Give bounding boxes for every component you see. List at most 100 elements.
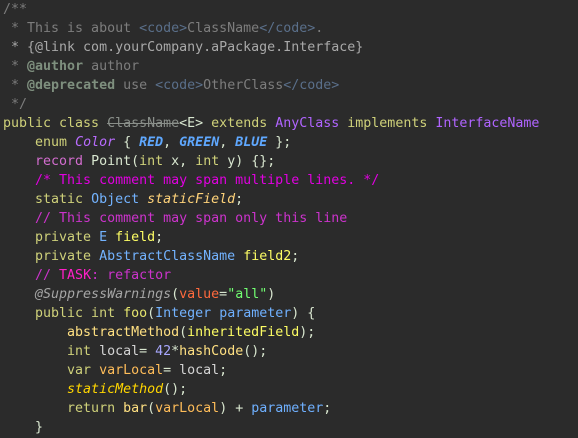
code-token: private bbox=[3, 230, 100, 245]
code-line[interactable]: abstractMethod(inheritedField); bbox=[3, 323, 315, 342]
code-line[interactable]: // TASK: refactor bbox=[3, 266, 171, 285]
code-token: var bbox=[3, 363, 100, 378]
code-token: // This comment may span only this line bbox=[3, 211, 348, 226]
code-line[interactable]: private AbstractClassName field2; bbox=[3, 247, 299, 266]
code-token: private bbox=[3, 249, 100, 264]
code-token: ) bbox=[267, 287, 276, 302]
code-token: GREEN bbox=[179, 135, 220, 150]
code-token: ; bbox=[323, 401, 332, 416]
code-token: int bbox=[3, 344, 100, 359]
code-token: Object bbox=[91, 192, 148, 207]
code-token: ; bbox=[219, 363, 228, 378]
code-token: foo bbox=[123, 306, 148, 321]
code-token: @SuppressWarnings bbox=[3, 287, 172, 302]
code-line[interactable]: /** bbox=[3, 0, 27, 19]
code-token: ClassName bbox=[187, 21, 260, 36]
code-token: y) {}; bbox=[227, 154, 276, 169]
code-token: InterfaceName bbox=[435, 116, 540, 131]
code-token: abstractMethod bbox=[3, 325, 180, 340]
code-token: extends bbox=[211, 116, 276, 131]
code-token: bar bbox=[123, 401, 148, 416]
code-token: varLocal bbox=[155, 401, 220, 416]
code-token: "all" bbox=[227, 287, 268, 302]
code-token: implements bbox=[347, 116, 436, 131]
code-token: . bbox=[315, 21, 324, 36]
code-editor[interactable]: /** * This is about <code>ClassName</cod… bbox=[0, 0, 578, 438]
code-token: ; bbox=[291, 249, 300, 264]
code-token: record bbox=[35, 154, 92, 169]
code-line[interactable]: public int foo(Integer parameter) { bbox=[3, 304, 315, 323]
code-token: local bbox=[99, 344, 140, 359]
code-token: AbstractClassName bbox=[99, 249, 244, 264]
code-token: ( bbox=[147, 401, 156, 416]
code-line[interactable]: static Object staticField; bbox=[3, 190, 243, 209]
code-token: parameter bbox=[251, 401, 324, 416]
code-token: ( bbox=[179, 325, 188, 340]
code-token: : refactor bbox=[91, 268, 172, 283]
code-token: * {@link com.yourCompany.aPackage.Interf… bbox=[3, 40, 364, 55]
code-token: Integer bbox=[155, 306, 220, 321]
code-token: varLocal bbox=[99, 363, 164, 378]
code-token: RED bbox=[139, 135, 164, 150]
code-token: int bbox=[139, 154, 172, 169]
code-line[interactable]: /* This comment may span multiple lines.… bbox=[3, 171, 379, 190]
code-token: /* This comment may span multiple lines.… bbox=[3, 173, 380, 188]
code-token: (); bbox=[163, 382, 188, 397]
code-line[interactable]: public class ClassName<E> extends AnyCla… bbox=[3, 114, 539, 133]
code-line[interactable]: * {@link com.yourCompany.aPackage.Interf… bbox=[3, 38, 363, 57]
code-token: Color bbox=[75, 135, 116, 150]
code-token: field bbox=[115, 230, 156, 245]
code-line[interactable]: enum Color { RED, GREEN, BLUE }; bbox=[3, 133, 291, 152]
code-token: BLUE bbox=[235, 135, 268, 150]
code-token: int bbox=[195, 154, 228, 169]
code-token: }; bbox=[267, 135, 292, 150]
code-token: , bbox=[219, 135, 236, 150]
code-token: ) + bbox=[219, 401, 252, 416]
code-token: OtherClass bbox=[203, 78, 284, 93]
code-token: /** bbox=[3, 2, 28, 17]
code-token: parameter bbox=[219, 306, 292, 321]
code-line[interactable]: var varLocal= local; bbox=[3, 361, 227, 380]
code-token: local bbox=[179, 363, 220, 378]
code-token: use bbox=[115, 78, 156, 93]
code-token: * bbox=[3, 59, 28, 74]
code-token: // bbox=[3, 268, 60, 283]
code-token: static bbox=[3, 192, 92, 207]
code-token: ( bbox=[147, 306, 156, 321]
code-line[interactable]: return bar(varLocal) + parameter; bbox=[3, 399, 331, 418]
code-token: <code> bbox=[139, 21, 188, 36]
code-token: 42 bbox=[155, 344, 172, 359]
code-line[interactable]: record Point(int x, int y) {}; bbox=[3, 152, 275, 171]
code-token: ClassName bbox=[107, 116, 180, 131]
code-token: = bbox=[219, 287, 228, 302]
code-token: value bbox=[179, 287, 220, 302]
code-line[interactable]: staticMethod(); bbox=[3, 380, 187, 399]
code-token: (); bbox=[243, 344, 268, 359]
code-token: TASK bbox=[59, 268, 92, 283]
code-token: field2 bbox=[243, 249, 292, 264]
code-token: ; bbox=[155, 230, 164, 245]
code-line[interactable]: * This is about <code>ClassName</code>. bbox=[3, 19, 323, 38]
code-token: = bbox=[139, 344, 156, 359]
code-line[interactable]: // This comment may span only this line bbox=[3, 209, 347, 228]
code-token: @deprecated bbox=[27, 78, 116, 93]
code-token: */ bbox=[3, 97, 28, 112]
code-line[interactable]: * @author author bbox=[3, 57, 139, 76]
code-token: <E> bbox=[179, 116, 212, 131]
code-token: E bbox=[99, 230, 116, 245]
code-line[interactable]: * @deprecated use <code>OtherClass</code… bbox=[3, 76, 339, 95]
code-token: author bbox=[83, 59, 140, 74]
code-token: <code> bbox=[155, 78, 204, 93]
code-token: inheritedField bbox=[187, 325, 300, 340]
code-token: ); bbox=[299, 325, 316, 340]
code-token: return bbox=[3, 401, 124, 416]
code-line[interactable]: @SuppressWarnings(value="all") bbox=[3, 285, 275, 304]
code-line[interactable]: private E field; bbox=[3, 228, 163, 247]
code-line[interactable]: } bbox=[3, 418, 43, 437]
code-token: * This is about bbox=[3, 21, 140, 36]
code-line[interactable]: int local= 42*hashCode(); bbox=[3, 342, 267, 361]
code-token: { bbox=[115, 135, 140, 150]
code-line[interactable]: */ bbox=[3, 95, 27, 114]
code-token: ) { bbox=[291, 306, 316, 321]
